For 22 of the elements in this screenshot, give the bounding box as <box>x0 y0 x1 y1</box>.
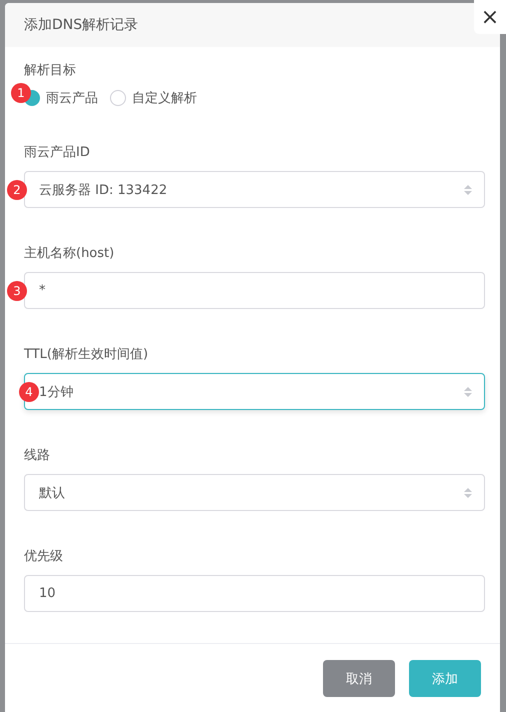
field-label: 解析目标 <box>24 62 77 80</box>
step-badge: 4 <box>19 382 39 402</box>
field-label: 雨云产品ID <box>24 145 90 160</box>
cancel-button[interactable]: 取消 <box>323 660 395 697</box>
sort-icon <box>464 184 472 194</box>
input-field[interactable]: * <box>24 272 485 309</box>
step-badge: 3 <box>7 281 27 301</box>
step-badge: 2 <box>7 180 27 200</box>
select-field[interactable]: 云服务器 ID: 133422 <box>24 171 485 208</box>
dialog-title: 添加DNS解析记录 <box>24 16 138 34</box>
field-label: 主机名称(host) <box>24 246 114 261</box>
sort-icon <box>464 488 472 498</box>
radio-button[interactable] <box>110 90 126 106</box>
input-field[interactable]: 10 <box>24 575 485 612</box>
select-field[interactable]: 默认 <box>24 474 485 511</box>
radio-option[interactable]: 自定义解析 <box>110 89 197 107</box>
field-label: 线路 <box>24 448 50 463</box>
close-button[interactable]: × <box>474 0 506 34</box>
step-badge: 1 <box>11 83 31 103</box>
sort-icon <box>464 386 472 396</box>
field-label: TTL(解析生效时间值) <box>24 347 148 362</box>
field-label: 优先级 <box>24 549 63 564</box>
